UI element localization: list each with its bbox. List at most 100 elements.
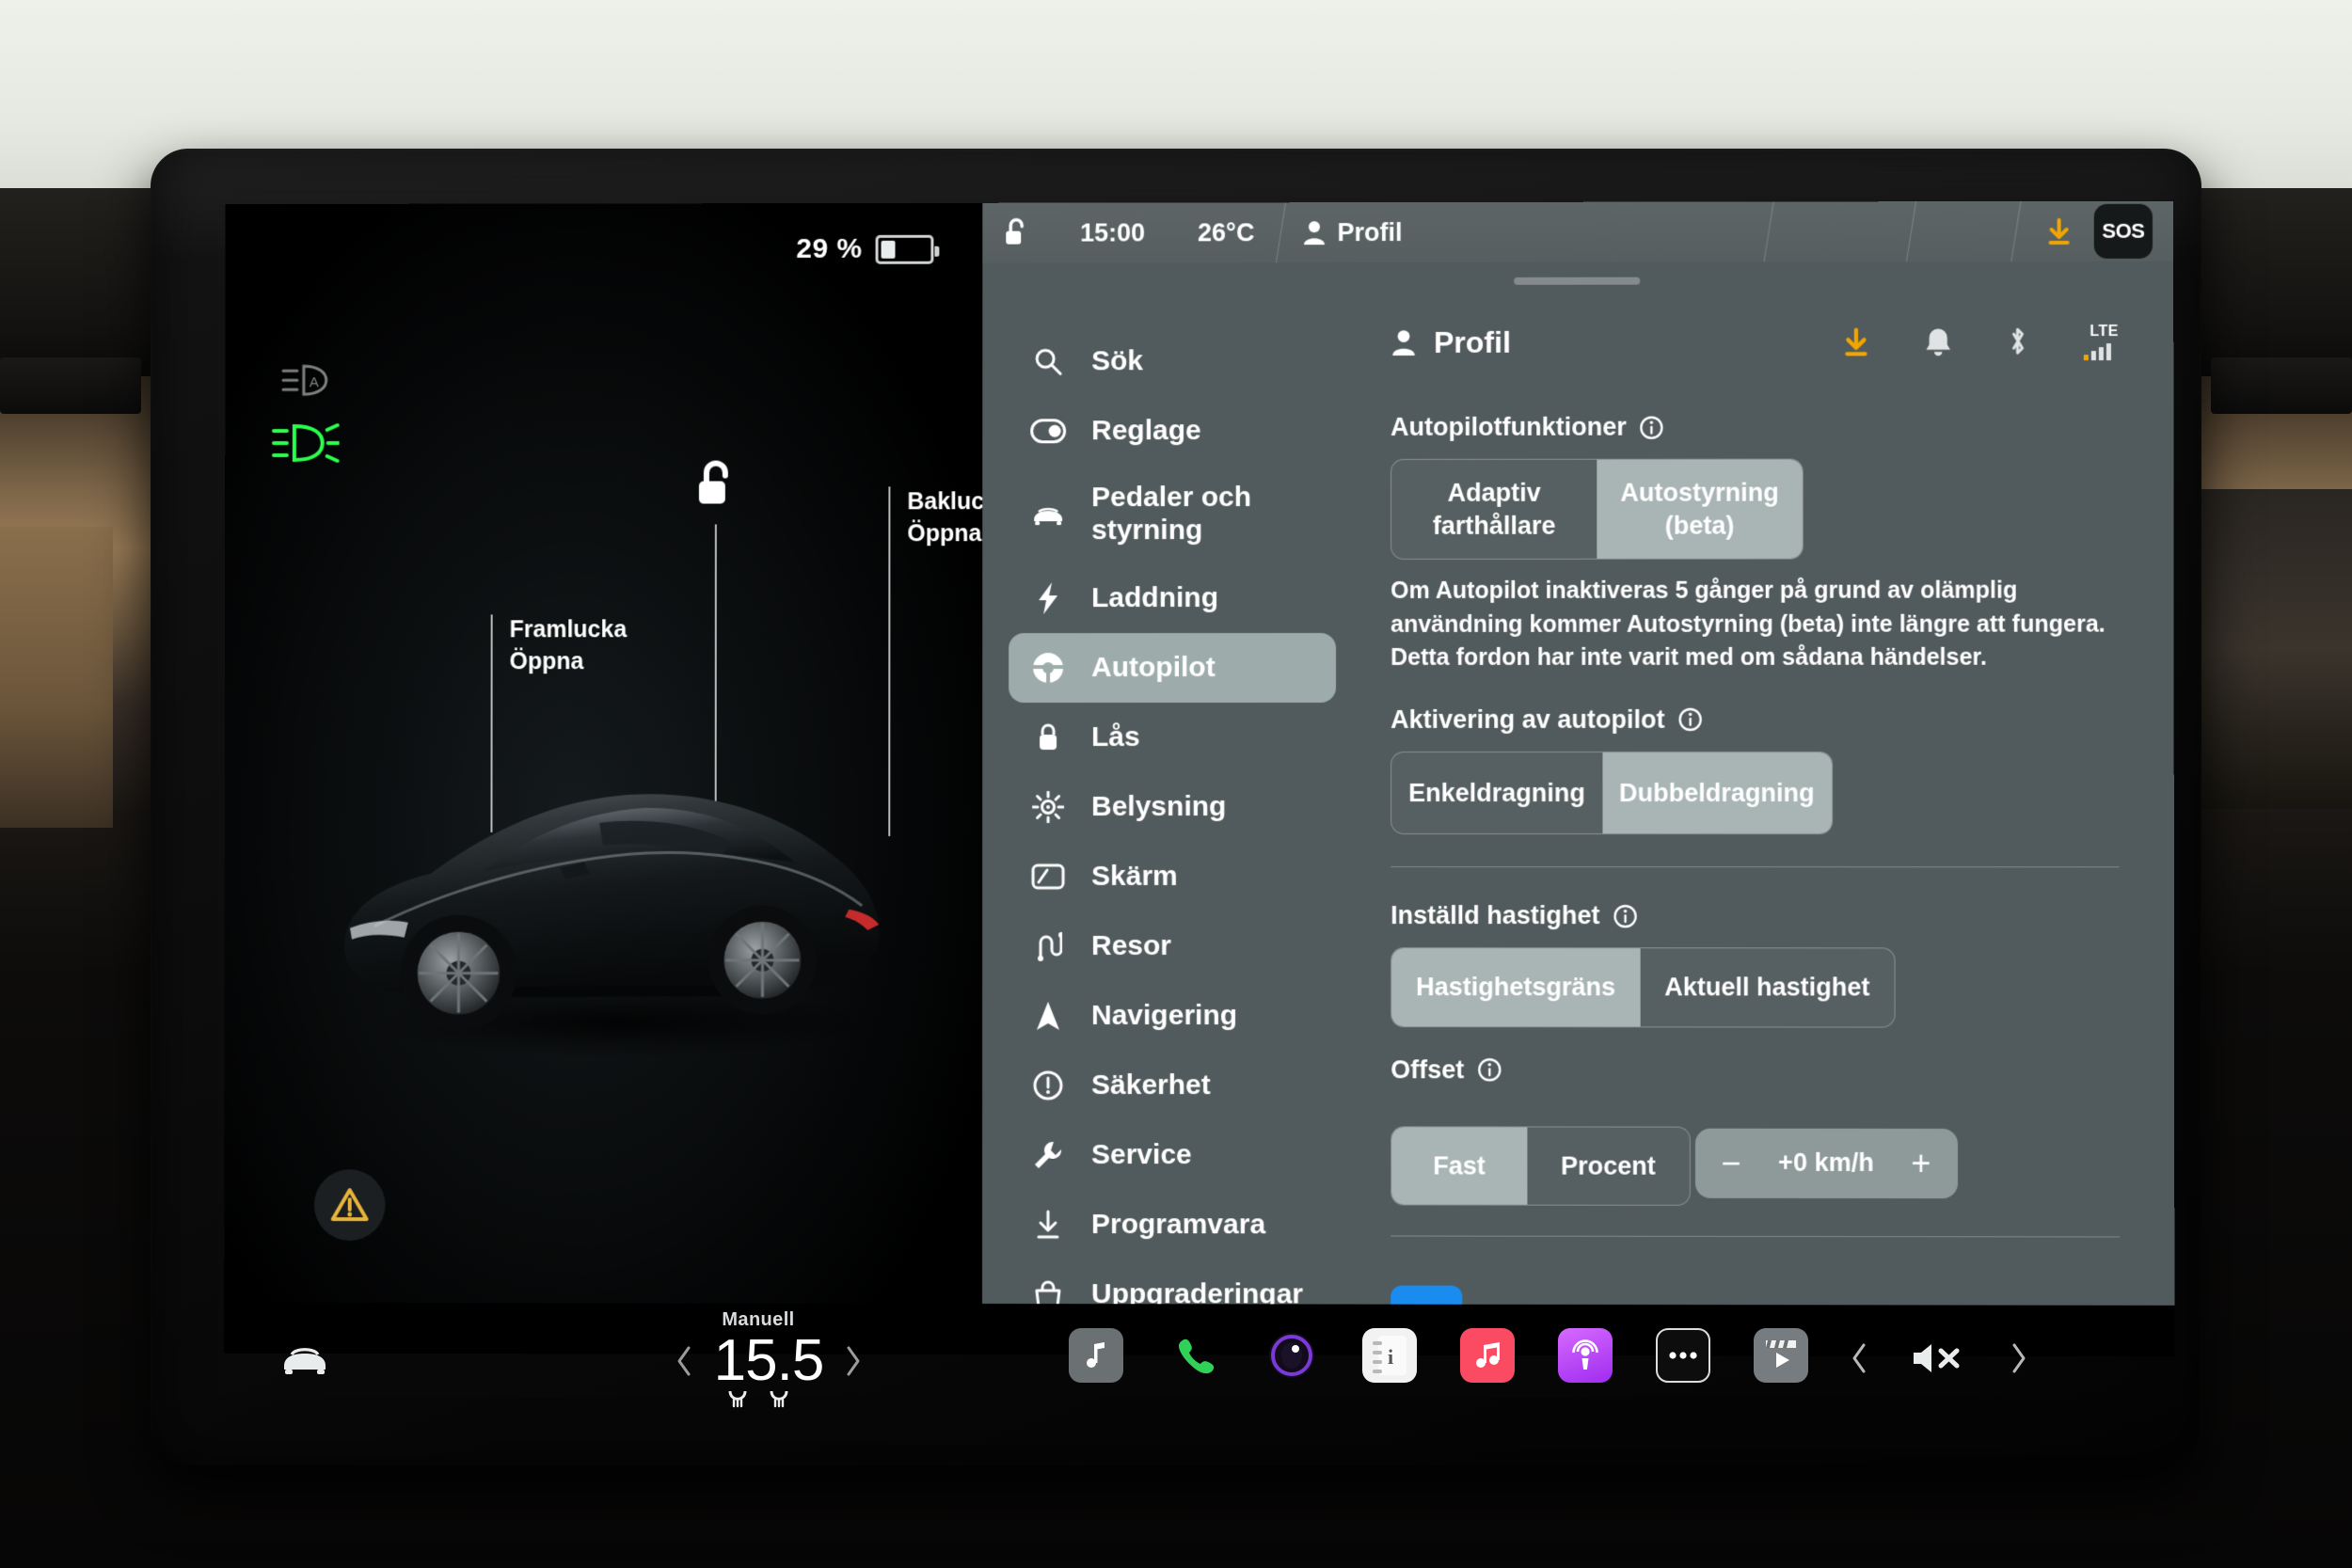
seat-heater-right-icon[interactable]	[766, 1388, 792, 1409]
sidebar-item-label: Autopilot	[1091, 651, 1216, 683]
seat-heater-left-icon[interactable]	[724, 1388, 751, 1409]
app-launcher-dock[interactable]: i	[1069, 1328, 1808, 1383]
bottom-dock[interactable]: Manuell chevron-left-icon 15.5	[222, 1304, 2171, 1449]
section-divider-2	[1391, 1235, 2120, 1238]
software-update-icon	[2045, 216, 2074, 246]
settings-content[interactable]: Profil LTE Autopilotfunktioner Adaptiv f…	[1359, 261, 2174, 1306]
sidebar-item-skarm[interactable]: Skärm	[1009, 842, 1336, 911]
podcasts-app-icon[interactable]	[1558, 1328, 1613, 1383]
music-app-icon[interactable]	[1460, 1328, 1515, 1383]
cellular-icon[interactable]: LTE	[2083, 324, 2119, 360]
software-update-icon[interactable]	[1841, 325, 1871, 357]
next-control-partial[interactable]	[1391, 1285, 1463, 1306]
sidebar-item-label: Pedaler och styrning	[1091, 482, 1252, 546]
vehicle-3d-render[interactable]	[318, 691, 899, 1068]
person-icon	[1304, 221, 1326, 245]
search-label: Sök	[1091, 344, 1144, 376]
profile-label: Profil	[1337, 217, 1403, 246]
more-app-icon[interactable]	[1656, 1328, 1710, 1383]
status-divider-4	[2010, 201, 2022, 262]
status-bar[interactable]: 15:00 26°C Profil SOS	[982, 200, 2174, 263]
offset-fixed-option[interactable]: Fast	[1391, 1127, 1527, 1205]
lock-status-button[interactable]	[1003, 218, 1027, 248]
route-icon	[1029, 930, 1067, 962]
section-title-set-speed: Inställd hastighet	[1391, 901, 2119, 930]
sidebar-item-label: Service	[1090, 1138, 1192, 1170]
chevron-right-icon[interactable]	[2010, 1342, 2028, 1374]
camera-app-icon[interactable]	[1264, 1328, 1319, 1383]
bolt-icon	[1029, 581, 1067, 615]
double-pull-option[interactable]: Dubbeldragning	[1601, 752, 1832, 834]
dashboard-trim-left	[0, 527, 113, 828]
sidebar-item-sakerhet[interactable]: Säkerhet	[1009, 1051, 1336, 1120]
speed-limit-option[interactable]: Hastighetsgräns	[1391, 948, 1641, 1027]
sidebar-item-laddning[interactable]: Laddning	[1009, 563, 1336, 633]
status-divider-3	[1905, 201, 1917, 262]
outside-temperature: 26°C	[1198, 217, 1255, 246]
bell-icon[interactable]	[1924, 325, 1952, 357]
person-icon	[1392, 330, 1415, 356]
offset-segmented-control[interactable]: Fast Procent	[1391, 1126, 1691, 1207]
media-app-icon[interactable]	[1069, 1328, 1123, 1383]
settings-sidebar[interactable]: Sök Reglage Pedaler och styrning Laddnin…	[982, 262, 1359, 1309]
frunk-hotspot-label[interactable]: Framlucka Öppna	[510, 614, 628, 677]
autosteer-beta-option[interactable]: Autostyrning (beta)	[1597, 459, 1803, 559]
car-controls-button[interactable]	[278, 1339, 331, 1377]
content-title-group[interactable]: Profil	[1391, 325, 1511, 359]
chevron-left-icon[interactable]	[675, 1345, 693, 1377]
navigation-arrow-icon	[1029, 1000, 1067, 1032]
sidebar-item-pedaler-och-styrning[interactable]: Pedaler och styrning	[1009, 466, 1336, 563]
sidebar-item-autopilot[interactable]: Autopilot	[1009, 632, 1337, 704]
chevron-left-icon[interactable]	[1850, 1342, 1868, 1374]
autopilot-features-segmented-control[interactable]: Adaptiv farthållare Autostyrning (beta)	[1391, 458, 1804, 561]
sidebar-item-service[interactable]: Service	[1009, 1120, 1336, 1190]
sidebar-item-belysning[interactable]: Belysning	[1009, 772, 1336, 842]
offset-decrement-button[interactable]: −	[1722, 1143, 1741, 1181]
section-divider-1	[1391, 866, 2120, 868]
sidebar-item-las[interactable]: Lås	[1009, 703, 1336, 772]
wrench-icon	[1029, 1139, 1067, 1171]
single-pull-option[interactable]: Enkeldragning	[1391, 752, 1602, 834]
settings-panel[interactable]: Sök Reglage Pedaler och styrning Laddnin…	[981, 261, 2175, 1309]
vehicle-view[interactable]: 29 % A Framlucka Öppna Baklucka Öppna	[224, 202, 1145, 1305]
status-divider-2	[1763, 201, 1774, 262]
display-icon	[1029, 863, 1067, 891]
bluetooth-icon[interactable]	[2005, 325, 2029, 357]
adaptive-cruise-option[interactable]: Adaptiv farthållare	[1391, 460, 1597, 559]
center-touchscreen[interactable]: 29 % A Framlucka Öppna Baklucka Öppna 15…	[224, 200, 2175, 1357]
section-title-autopilot-features: Autopilotfunktioner	[1391, 412, 2119, 442]
climate-control[interactable]: Manuell chevron-left-icon 15.5	[645, 1309, 871, 1409]
dashboard-trim-right	[2201, 489, 2352, 809]
offset-value: +0 km/h	[1778, 1148, 1874, 1178]
section-label: Inställd hastighet	[1391, 901, 1600, 930]
offset-stepper[interactable]: − +0 km/h +	[1694, 1128, 1958, 1198]
sidebar-item-resor[interactable]: Resor	[1009, 911, 1336, 981]
header-status-icons[interactable]: LTE	[1841, 324, 2119, 360]
offset-percent-option[interactable]: Procent	[1527, 1127, 1690, 1205]
offset-increment-button[interactable]: +	[1911, 1144, 1931, 1182]
autopilot-engage-segmented-control[interactable]: Enkeldragning Dubbeldragning	[1391, 751, 1833, 835]
battery-indicator[interactable]: 29 %	[796, 233, 934, 265]
section-title-offset: Offset	[1391, 1055, 2120, 1085]
volume-control[interactable]	[1850, 1339, 2028, 1377]
current-speed-option[interactable]: Aktuell hastighet	[1640, 948, 1894, 1026]
chevron-right-icon[interactable]	[844, 1345, 863, 1377]
sidebar-item-reglage[interactable]: Reglage	[1009, 396, 1336, 466]
warning-button[interactable]	[313, 1169, 386, 1242]
set-speed-segmented-control[interactable]: Hastighetsgräns Aktuell hastighet	[1391, 947, 1896, 1028]
video-app-icon[interactable]	[1754, 1328, 1808, 1383]
notes-app-icon[interactable]: i	[1362, 1328, 1417, 1383]
volume-mute-icon[interactable]	[1910, 1339, 1968, 1377]
sidebar-item-label: Lås	[1091, 721, 1140, 752]
section-title-autopilot-engage: Aktivering av autopilot	[1391, 705, 2119, 734]
sidebar-item-navigering[interactable]: Navigering	[1009, 981, 1336, 1051]
phone-app-icon[interactable]	[1167, 1328, 1221, 1383]
sos-button[interactable]: SOS	[2093, 203, 2153, 259]
scene-photo: 29 % A Framlucka Öppna Baklucka Öppna 15…	[0, 0, 2352, 1568]
search-field[interactable]: Sök	[1009, 326, 1336, 396]
download-icon	[1029, 1209, 1067, 1241]
profile-button[interactable]: Profil	[1302, 218, 1402, 247]
sun-icon	[1029, 790, 1067, 823]
software-update-button[interactable]	[2045, 216, 2074, 246]
sidebar-item-programvara[interactable]: Programvara	[1009, 1190, 1336, 1260]
